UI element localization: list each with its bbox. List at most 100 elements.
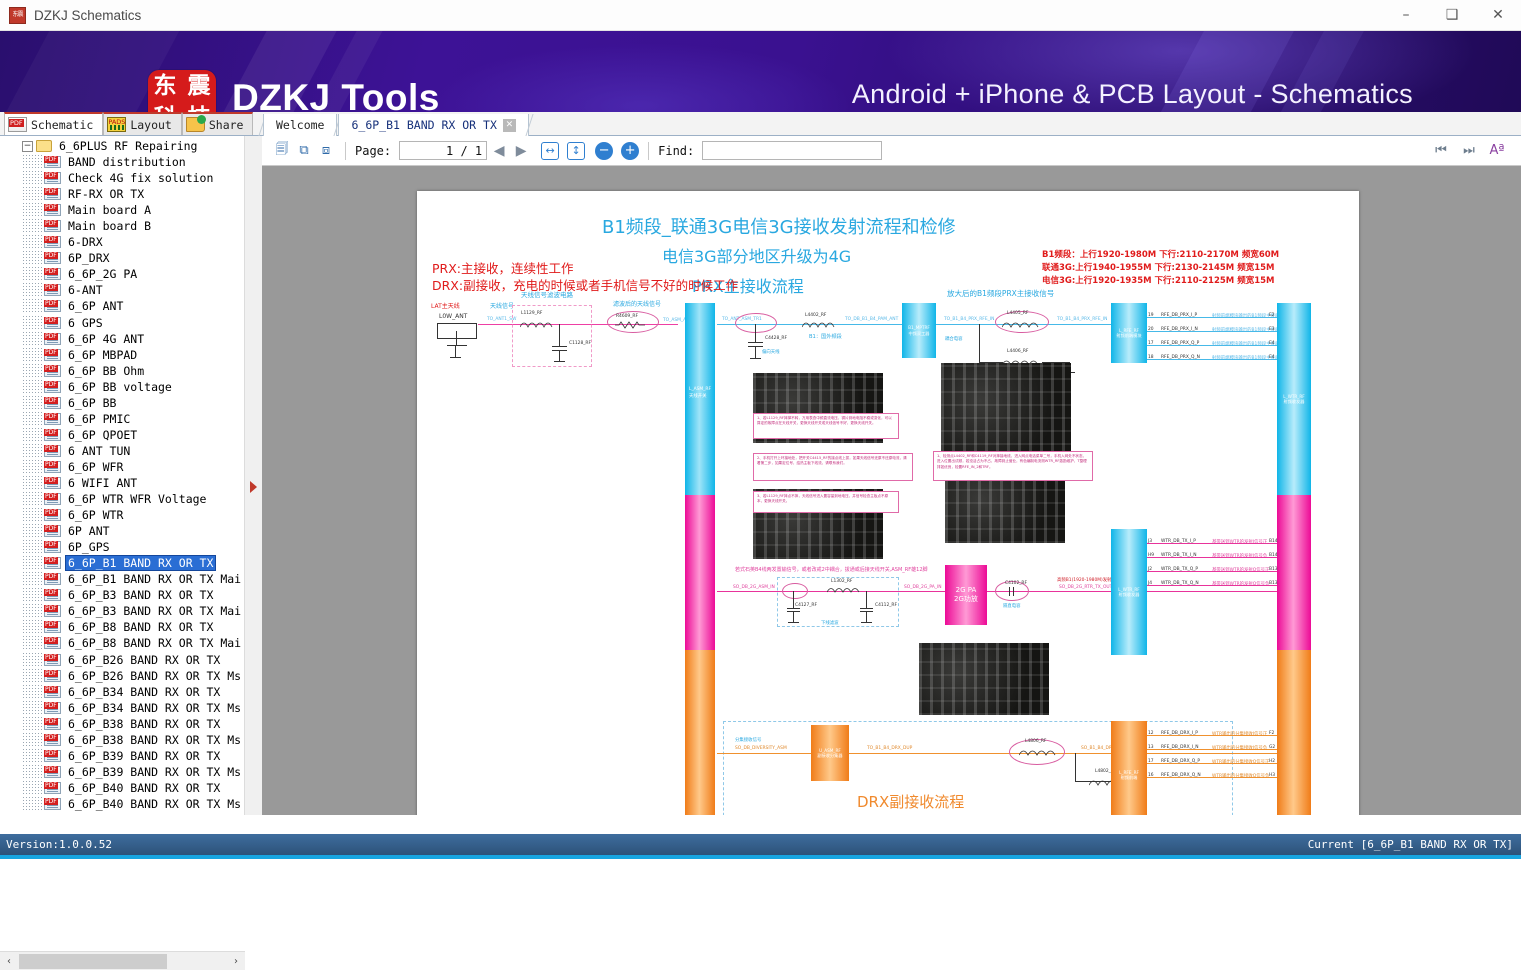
find-prev-icon[interactable]: ⏮ [1431,141,1451,161]
close-button[interactable]: ✕ [1475,0,1521,31]
tree-item-32[interactable]: 6_6P_B26 BAND RX OR TX Ms [2,667,244,684]
tree-item-24[interactable]: 6P_GPS [2,539,244,556]
tree-item-23[interactable]: 6P ANT [2,523,244,540]
tree-item-14[interactable]: 6_6P BB voltage [2,378,244,395]
panel-splitter[interactable] [245,136,262,815]
signal-pin-left: 13 [1148,745,1154,750]
doc-tab-welcome[interactable]: Welcome [263,114,338,136]
net-so-db-2g-asm-in: SO_DB_2G_ASM_IN [733,585,775,590]
tree-item-2[interactable]: RF-RX OR TX [2,186,244,203]
tree-hscroll-thumb[interactable] [19,954,167,969]
pdf-file-icon [44,412,61,425]
tree-item-16[interactable]: 6_6P PMIC [2,410,244,427]
pdf-file-icon [44,316,61,329]
tree-horizontal-scrollbar[interactable]: ‹ › [0,951,245,970]
tree-item-label: RF-RX OR TX [68,187,145,202]
tree-item-21[interactable]: 6_6P WTR WFR Voltage [2,491,244,508]
tree-item-1[interactable]: Check 4G fix solution [2,170,244,187]
tree-item-5[interactable]: 6-DRX [2,234,244,251]
tree-item-18[interactable]: 6 ANT TUN [2,442,244,459]
tree-item-20[interactable]: 6 WIFI ANT [2,475,244,491]
scroll-right-icon[interactable]: › [227,952,245,971]
tab-schematic[interactable]: Schematic [4,112,104,135]
net-to-pam-ant: TO_DB_B1_B4_PAM_ANT [845,317,899,322]
tree-item-12[interactable]: 6_6P MBPAD [2,346,244,363]
tree-item-7[interactable]: 6_6P_2G PA [2,266,244,283]
tree-item-29[interactable]: 6_6P_B8 BAND RX OR TX [2,619,244,636]
tree-item-30[interactable]: 6_6P_B8 BAND RX OR TX Mai [2,635,244,652]
tab-share[interactable]: Share [181,112,254,135]
zoom-out-button[interactable]: − [595,141,614,160]
tree-item-28[interactable]: 6_6P_B3 BAND RX OR TX Mai [2,603,244,620]
tree-item-31[interactable]: 6_6P_B26 BAND RX OR TX [2,651,244,668]
scroll-left-icon[interactable]: ‹ [0,952,18,971]
tree-item-38[interactable]: 6_6P_B39 BAND RX OR TX Ms [2,763,244,780]
filter-circuit-label: 天线信号滤波电路 [521,291,573,299]
zoom-in-button[interactable]: + [621,141,640,160]
tree-item-22[interactable]: 6_6P WTR [2,507,244,524]
next-page-button[interactable]: ▶ [511,141,531,161]
block-2g-pa: 2G PA 2G功放 [945,565,987,625]
tree-item-10[interactable]: 6 GPS [2,314,244,331]
snapshot-alt-icon[interactable]: ⧈ [316,141,336,161]
tree-item-27[interactable]: 6_6P_B3 BAND RX OR TX [2,587,244,604]
tree-item-17[interactable]: 6_6P QPOET [2,426,244,443]
tree-item-25[interactable]: 6_6P_B1 BAND RX OR TX [2,555,244,572]
tree-item-4[interactable]: Main board B [2,218,244,235]
close-icon[interactable]: ✕ [502,118,516,132]
tree-item-13[interactable]: 6_6P BB Ohm [2,362,244,379]
tree-item-33[interactable]: 6_6P_B34 BAND RX OR TX [2,683,244,700]
file-tree[interactable]: − 6_6PLUS RF RepairingBAND distributionCh… [2,138,244,828]
tree-item-label: 6_6P_B3 BAND RX OR TX [68,588,214,603]
signal-description: 基带送到WTR的发射Q信号正 [1212,568,1270,573]
signal-pin-right: E3 [1269,327,1275,332]
tree-item-36[interactable]: 6_6P_B38 BAND RX OR TX Ms [2,731,244,748]
tree-item-label: 6_6P BB [68,395,117,410]
find-next-icon[interactable]: ⏭ [1459,141,1479,161]
pdf-file-icon [44,589,61,602]
signal-pin-left: J4 [1148,581,1153,586]
prev-page-button[interactable]: ◀ [489,141,509,161]
tree-item-9[interactable]: 6_6P ANT [2,298,244,315]
document-scroll-area[interactable]: B1频段_联通3G电信3G接收发射流程和检修 电信3G部分地区升级为4G PRX… [262,166,1521,815]
find-field[interactable] [702,141,883,160]
tree-item-39[interactable]: 6_6P_B40 BAND RX OR TX [2,779,244,796]
copy-icon[interactable]: 🗐 [272,141,292,161]
tree-item-label: 6_6P_B40 BAND RX OR TX Ms [68,796,242,811]
page-label: Page: [355,143,392,158]
tree-item-8[interactable]: 6-ANT [2,282,244,299]
fit-width-button[interactable]: ↔ [541,141,560,160]
status-bar: Version:1.0.0.52 Current [6_6P_B1 BAND R… [0,834,1521,855]
signal-net-name: RFE_DB_DRX_I_N [1161,745,1199,750]
tree-item-26[interactable]: 6_6P_B1 BAND RX OR TX Mai [2,571,244,588]
tree-item-0[interactable]: BAND distribution [2,154,244,171]
fit-page-button[interactable]: ↕ [567,141,586,160]
rf-block-asm-label2: 天线开关 [689,394,707,399]
maximize-button[interactable]: ❑ [1429,0,1475,31]
doc-tab-b1-band[interactable]: 6_6P_B1 BAND RX OR TX ✕ [338,114,529,136]
signal-description: WTR输出的分集接收Q信号正 [1212,760,1270,765]
tree-item-3[interactable]: Main board A [2,202,244,219]
tree-item-34[interactable]: 6_6P_B34 BAND RX OR TX Ms [2,699,244,716]
dzkj-logo-icon: 东震 [9,6,26,24]
tree-item-19[interactable]: 6_6P WFR [2,458,244,475]
net-to-prx-rfe-in: TO_B1_B4_PRX_RFE_IN [944,317,995,322]
tree-item-6[interactable]: 6P_DRX [2,250,244,267]
collapse-icon[interactable]: − [22,140,33,152]
tree-item-37[interactable]: 6_6P_B39 BAND RX OR TX [2,747,244,764]
page-number-input[interactable]: 1 / 1 [399,141,488,160]
snapshot-icon[interactable]: ⧉ [294,141,314,161]
tab-layout[interactable]: Layout [103,112,182,135]
tree-item-35[interactable]: 6_6P_B38 BAND RX OR TX [2,715,244,732]
minimize-button[interactable]: – [1383,0,1429,31]
signal-pin-left: J3 [1148,539,1153,544]
tree-item-15[interactable]: 6_6P BB [2,394,244,411]
splitter-grip-icon[interactable] [250,481,257,493]
find-input[interactable] [703,142,882,160]
tree-root-folder[interactable]: − 6_6PLUS RF Repairing [2,138,244,154]
tree-item-40[interactable]: 6_6P_B40 BAND RX OR TX Ms [2,795,244,812]
comp-c4102: C4102_RF [1005,581,1028,586]
pdf-file-icon [44,765,61,778]
tree-item-11[interactable]: 6_6P 4G ANT [2,330,244,347]
find-options-icon[interactable]: Aª [1487,141,1507,161]
